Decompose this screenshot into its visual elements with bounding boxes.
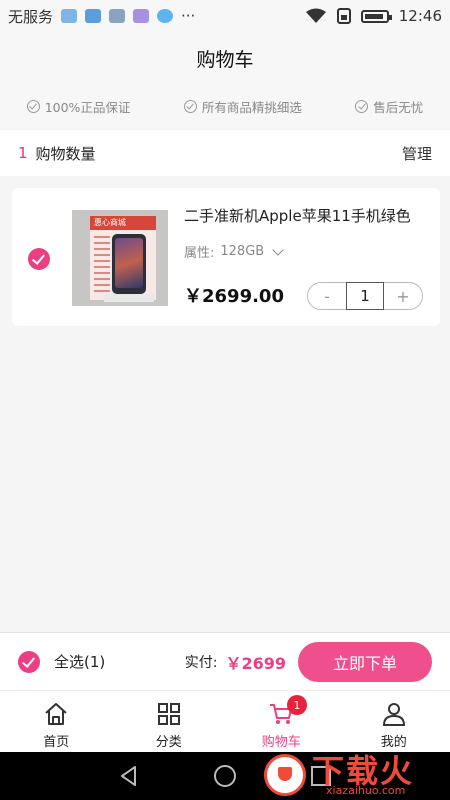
paid-amount: ￥2699 (225, 653, 286, 673)
back-icon[interactable] (117, 764, 141, 788)
watermark-url: xiazaihuo.com (326, 784, 406, 797)
mail-notification-icon (133, 9, 150, 23)
status-bar: 无服务 ··· 12:46 (0, 0, 450, 32)
home-circle-icon[interactable] (213, 764, 237, 788)
guarantee-bar: 100%正品保证 所有商品精挑细选 售后无忧 (0, 84, 450, 128)
cart-count: 1 (18, 144, 28, 162)
product-image-brand: 惠心商城 (94, 218, 126, 227)
gallery-notification-icon (109, 9, 126, 23)
select-all-checkbox[interactable] (18, 650, 40, 673)
item-select-checkbox[interactable] (28, 248, 50, 270)
tab-category[interactable]: 分类 (113, 691, 226, 752)
tab-cart[interactable]: 1 购物车 (225, 691, 338, 752)
page-header: 购物车 (0, 32, 450, 84)
guarantee-label: 100%正品保证 (44, 99, 131, 115)
watermark-logo-icon (264, 754, 306, 796)
app-notification-icon (61, 9, 78, 23)
tab-label: 分类 (155, 735, 182, 750)
cart-badge: 1 (287, 695, 307, 715)
place-order-button[interactable]: 立即下单 (298, 641, 432, 682)
tab-label: 首页 (43, 735, 70, 750)
sim-icon (336, 8, 351, 24)
more-notifications-icon: ··· (181, 7, 196, 25)
manage-button[interactable]: 管理 (402, 143, 432, 164)
user-icon (382, 703, 405, 726)
check-circle-icon (26, 99, 40, 113)
attribute-value: 128GB (220, 244, 265, 259)
decrease-quantity-button[interactable]: - (308, 287, 346, 306)
tab-home[interactable]: 首页 (0, 691, 113, 752)
grid-icon (157, 703, 180, 725)
page-title: 购物车 (196, 48, 254, 71)
app-notification-icon (85, 9, 102, 23)
product-price: ￥2699.00 (184, 286, 284, 307)
check-circle-icon (183, 99, 197, 113)
home-icon (45, 703, 67, 725)
guarantee-item: 100%正品保证 (26, 97, 131, 116)
chevron-down-icon (272, 243, 284, 256)
guarantee-item: 所有商品精挑细选 (183, 97, 302, 116)
cart-item: 惠心商城 二手准新机Apple苹果11手机绿色 属性: 128GB ￥2699.… (12, 188, 440, 326)
cart-count-row: 1 购物数量 管理 (0, 130, 450, 176)
battery-icon (360, 9, 392, 23)
quantity-input[interactable]: 1 (346, 282, 384, 310)
quantity-stepper: - 1 + (307, 282, 423, 310)
guarantee-label: 售后无忧 (373, 99, 424, 115)
check-circle-icon (355, 99, 369, 113)
browser-notification-icon (157, 9, 174, 23)
attribute-label: 属性: (184, 246, 215, 261)
tab-profile[interactable]: 我的 (338, 691, 450, 752)
clock: 12:46 (398, 7, 442, 25)
cart-count-label: 购物数量 (35, 144, 96, 163)
paid-label: 实付: (184, 654, 218, 671)
bottom-tab-bar: 首页 分类 1 购物车 我的 (0, 690, 450, 752)
product-title[interactable]: 二手准新机Apple苹果11手机绿色 (184, 205, 424, 226)
product-image[interactable]: 惠心商城 (72, 210, 168, 306)
guarantee-item: 售后无忧 (355, 97, 423, 116)
increase-quantity-button[interactable]: + (384, 287, 422, 306)
checkout-bar: 全选(1) 实付: ￥2699 立即下单 (0, 632, 450, 690)
carrier-text: 无服务 (8, 7, 54, 26)
watermark: 下载火 xiazaihuo.com (264, 744, 450, 800)
wifi-icon (305, 8, 326, 23)
select-all-label[interactable]: 全选(1) (54, 651, 105, 672)
product-attribute-selector[interactable]: 属性: 128GB (184, 242, 284, 261)
guarantee-label: 所有商品精挑细选 (201, 99, 302, 115)
